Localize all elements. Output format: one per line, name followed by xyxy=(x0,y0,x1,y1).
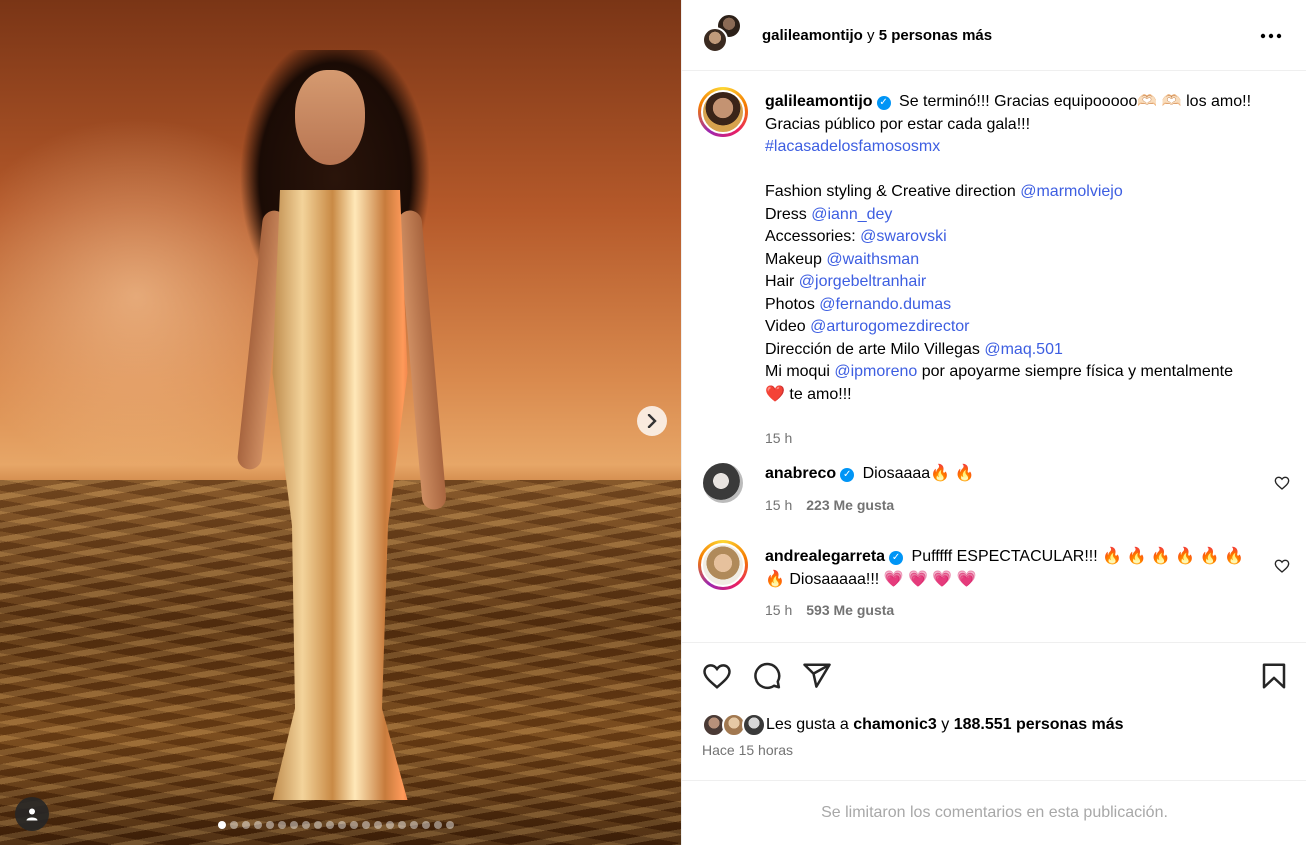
post-header: galileamontijo y 5 personas más xyxy=(682,0,1306,71)
verified-badge-icon: ✓ xyxy=(889,551,904,565)
mention-link[interactable]: @fernando.dumas xyxy=(819,296,951,313)
carousel-dot xyxy=(410,821,418,829)
collaborators-link[interactable]: 5 personas más xyxy=(879,27,992,44)
mention-link[interactable]: @marmolviejo xyxy=(1020,183,1122,200)
comment-meta: 15 h 223 Me gusta xyxy=(765,497,895,513)
caption-username[interactable]: galileamontijo xyxy=(765,93,873,110)
model-figure xyxy=(210,40,470,800)
avatar xyxy=(702,27,728,53)
carousel-dot xyxy=(302,821,310,829)
more-options-button[interactable] xyxy=(1260,22,1282,42)
liker-avatars xyxy=(702,713,766,737)
hashtag-link[interactable]: #lacasadelosfamososmx xyxy=(765,138,940,155)
mention-link[interactable]: @ipmoreno xyxy=(834,363,917,380)
header-authors: galileamontijo y 5 personas más xyxy=(762,26,993,44)
carousel-dot xyxy=(434,821,442,829)
carousel-dot xyxy=(290,821,298,829)
mention-link[interactable]: @waithsman xyxy=(826,251,919,268)
carousel-dots xyxy=(218,821,454,829)
comment-icon[interactable] xyxy=(752,661,782,691)
post-actions: Les gusta a chamonic3 y 188.551 personas… xyxy=(682,642,1306,780)
mention-link[interactable]: @maq.501 xyxy=(984,341,1063,358)
heart-icon[interactable] xyxy=(1274,558,1290,574)
verified-badge-icon: ✓ xyxy=(840,468,855,482)
mention-link[interactable]: @jorgebeltranhair xyxy=(799,273,926,290)
comment-text: andrealegarreta ✓ Pufffff ESPECTACULAR!!!… xyxy=(765,548,1244,588)
more-icon xyxy=(1260,33,1282,39)
comments-limited-notice: Se limitaron los comentarios en esta pub… xyxy=(682,780,1306,845)
comment-likes[interactable]: 593 Me gusta xyxy=(806,602,894,618)
mention-link[interactable]: @arturogomezdirector xyxy=(810,318,969,335)
post-image[interactable] xyxy=(0,0,681,845)
liker-username[interactable]: chamonic3 xyxy=(853,716,937,734)
carousel-dot xyxy=(326,821,334,829)
carousel-dot xyxy=(362,821,370,829)
carousel-dot xyxy=(278,821,286,829)
author-username[interactable]: galileamontijo xyxy=(762,27,863,44)
collab-avatars[interactable] xyxy=(702,13,746,57)
user-tags-button[interactable] xyxy=(15,797,49,831)
carousel-next-button[interactable] xyxy=(637,406,667,436)
carousel-dot xyxy=(266,821,274,829)
carousel-dot xyxy=(446,821,454,829)
post-timestamp[interactable]: Hace 15 horas xyxy=(702,742,793,758)
avatar[interactable] xyxy=(703,463,743,503)
carousel-dot xyxy=(374,821,382,829)
heart-icon[interactable] xyxy=(702,661,732,691)
carousel-dot xyxy=(386,821,394,829)
post-details-panel: galileamontijo y 5 personas más galileam… xyxy=(681,0,1306,845)
carousel-dot xyxy=(218,821,226,829)
chevron-right-icon xyxy=(647,414,657,428)
comment-username[interactable]: andrealegarreta xyxy=(765,548,885,565)
likes-count-link[interactable]: 188.551 personas más xyxy=(954,716,1124,734)
comment-likes[interactable]: 223 Me gusta xyxy=(806,497,894,513)
author-avatar[interactable] xyxy=(698,87,748,137)
comment-meta: 15 h 593 Me gusta xyxy=(765,602,895,618)
carousel-dot xyxy=(338,821,346,829)
carousel-dot xyxy=(314,821,322,829)
carousel-dot xyxy=(230,821,238,829)
share-icon[interactable] xyxy=(802,661,832,691)
mention-link[interactable]: @iann_dey xyxy=(811,206,892,223)
caption-time: 15 h xyxy=(765,430,793,446)
avatar[interactable] xyxy=(698,540,748,590)
bookmark-icon[interactable] xyxy=(1259,661,1289,691)
carousel-dot xyxy=(422,821,430,829)
carousel-dot xyxy=(350,821,358,829)
carousel-dot xyxy=(254,821,262,829)
carousel-dot xyxy=(242,821,250,829)
heart-icon[interactable] xyxy=(1274,475,1290,491)
comment-text: anabreco ✓ Diosaaaa🔥 🔥 xyxy=(765,465,975,482)
carousel-dot xyxy=(398,821,406,829)
likes-summary: Les gusta a chamonic3 y 188.551 personas… xyxy=(702,713,1124,737)
comment-username[interactable]: anabreco xyxy=(765,465,836,482)
mention-link[interactable]: @swarovski xyxy=(860,228,946,245)
comments-list[interactable]: galileamontijo ✓ Se terminó!!! Gracias eq… xyxy=(682,71,1306,641)
verified-badge-icon: ✓ xyxy=(876,96,891,110)
caption-credits: Fashion styling & Creative direction @ma… xyxy=(765,183,1123,358)
user-tag-icon xyxy=(26,808,38,821)
caption-text: galileamontijo ✓ Se terminó!!! Gracias eq… xyxy=(765,93,1252,403)
